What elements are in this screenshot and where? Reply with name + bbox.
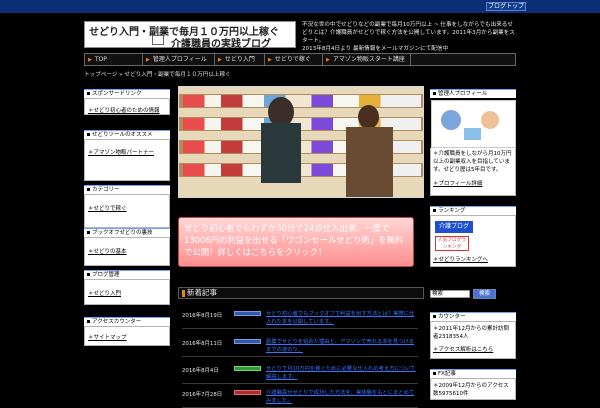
ranking-title: ランキング <box>430 206 516 215</box>
article-date: 2016年8月19日 <box>182 313 223 319</box>
category-badge <box>234 366 261 371</box>
ranking-badge[interactable]: 人気ブログランキング <box>435 236 469 251</box>
profile-link[interactable]: プロフィール詳細 <box>433 179 483 187</box>
profile-box: 介護職員をしながら月10万円以上の副業収入を目指しています。せどり歴は5年目です… <box>430 148 516 196</box>
left-box-3: せどりで稼ぐ <box>84 194 170 228</box>
profile-text: 介護職員をしながら月10万円以上の副業収入を目指しています。せどり歴は5年目です… <box>433 150 513 174</box>
nav-top[interactable]: TOP <box>85 54 143 65</box>
left-box-title-3: カテゴリー <box>84 185 170 194</box>
article-title[interactable]: せどりで月10万円を稼ぐために必要な仕入れの考え方について解説します。 <box>266 365 416 381</box>
counter-link[interactable]: アクセス解析はこちら <box>433 345 494 353</box>
left-box-6: サイトマップ <box>84 326 170 346</box>
left-link-4[interactable]: せどりの基本 <box>88 247 127 255</box>
person-left-body <box>261 123 301 183</box>
left-box-1: せどり初心者のための情報 <box>84 98 170 115</box>
nav-earn[interactable]: せどりで稼ぐ <box>265 54 323 65</box>
logo-line-2: 介護職員の実践ブログ <box>171 39 271 50</box>
avatar-left <box>441 110 461 130</box>
right-profile-title: 管理人プロフィール <box>430 89 516 98</box>
article-title[interactable]: 介護職員がせどりで成功した方法を、実体験をもとにまとめてみました。 <box>266 389 416 405</box>
article-title[interactable]: 副業でせどりを始めた理由と、アマゾンで売れる本を見つけるまでの道のり。 <box>266 338 416 354</box>
article-date: 2016年7月28日 <box>182 392 223 398</box>
ranking-box: 介護ブログ 人気ブログランキング せどりランキングへ <box>430 215 516 267</box>
category-badge <box>234 390 261 395</box>
ranking-link[interactable]: せどりランキングへ <box>433 255 488 263</box>
left-box-2: アマゾン物販パートナー <box>84 139 170 181</box>
left-box-title-2: せどりツールのオススメ <box>84 130 170 139</box>
avatar-right <box>481 111 499 129</box>
counter-text: 2011年12月からの累計訪問者2318354人 <box>433 325 513 341</box>
left-link-2[interactable]: アマゾン物販パートナー <box>88 148 155 156</box>
article-title[interactable]: せどり初心者でもブックオフで利益を出す方法とは？実際に仕入れた本を公開しています… <box>266 310 416 326</box>
hero-bookstore-image[interactable] <box>178 86 424 198</box>
main-section-title: 新着記事 <box>178 287 424 299</box>
search-input[interactable]: 検索 <box>430 290 470 298</box>
header-meta: 2013年8月4日より 最新情報をメールマガジンにて配信中 <box>302 46 449 52</box>
nav-amazon[interactable]: アマゾン物販スタート講座 <box>323 54 411 65</box>
counter-title: カウンター <box>430 312 516 321</box>
counter-box: 2011年12月からの累計訪問者2318354人 アクセス解析はこちら <box>430 321 516 359</box>
breadcrumb: トップページ » せどり入門・副業で毎月１０万円以上稼ぐ <box>84 72 231 78</box>
person-right-head <box>358 105 379 129</box>
nav-profile[interactable]: 管理人プロフィール <box>143 54 215 65</box>
laptop-icon <box>464 128 481 140</box>
left-box-title-4: ブックオフせどりの裏技 <box>84 228 170 237</box>
article-row[interactable]: 2016年8月19日 せどり初心者でもブックオフで利益を出す方法とは？実際に仕入れ… <box>182 307 418 329</box>
header-text: 不況な世の中でせどりなどの副業で毎月10万円以上 ~ 仕事をしながらでも出来るせ… <box>302 22 515 44</box>
fx-text: 2009年12月からのアクセス数5975610件 <box>433 382 513 398</box>
left-link-1[interactable]: せどり初心者のための情報 <box>88 106 160 114</box>
left-box-4: せどりの基本 <box>84 237 170 266</box>
search-button[interactable]: 検索 <box>473 289 496 299</box>
article-date: 2016年8月11日 <box>182 341 223 347</box>
left-box-title-5: ブログ管理 <box>84 270 170 279</box>
nav-intro[interactable]: せどり入門 <box>215 54 265 65</box>
profile-illustration <box>431 100 516 148</box>
article-row[interactable]: 2016年8月11日 副業でせどりを始めた理由と、アマゾンで売れる本を見つけるまで… <box>182 335 418 357</box>
left-link-5[interactable]: せどり入門 <box>88 289 122 297</box>
cart-icon <box>152 35 164 45</box>
site-logo[interactable]: せどり入門・副業で毎月１０万円以上稼ぐ 介護職員の実践ブログ <box>84 21 296 50</box>
person-right-body <box>346 127 393 197</box>
category-badge <box>234 311 261 316</box>
article-row[interactable]: 2016年8月4日 せどりで月10万円を稼ぐために必要な仕入れの考え方について解説… <box>182 362 418 384</box>
category-badge <box>234 339 261 344</box>
left-link-6[interactable]: サイトマップ <box>88 333 127 341</box>
left-link-3[interactable]: せどりで稼ぐ <box>88 204 127 212</box>
article-row[interactable]: 2016年7月28日 介護職員がせどりで成功した方法を、実体験をもとにまとめてみま… <box>182 386 418 408</box>
left-box-title-1: スポンサードリンク <box>84 89 170 98</box>
fx-box: 2009年12月からのアクセス数5975610件 <box>430 378 516 400</box>
header-description: 不況な世の中でせどりなどの副業で毎月10万円以上 ~ 仕事をしながらでも出来るせ… <box>302 21 516 53</box>
free-report-banner[interactable]: せどり初心者でもわずか30分で24点仕入出来、一度で13006円の利益を出せる「… <box>178 217 414 267</box>
article-date: 2016年8月4日 <box>182 368 219 374</box>
left-box-title-6: アクセスカウンター <box>84 317 170 326</box>
blog-top-button[interactable]: ブログトップ <box>486 2 526 11</box>
main-navigation: TOP 管理人プロフィール せどり入門 せどりで稼ぐ アマゾン物販スタート講座 <box>84 53 516 66</box>
fx-title: FX記事 <box>430 369 516 378</box>
left-box-5: せどり入門 <box>84 279 170 305</box>
care-blog-badge[interactable]: 介護ブログ <box>435 221 473 233</box>
